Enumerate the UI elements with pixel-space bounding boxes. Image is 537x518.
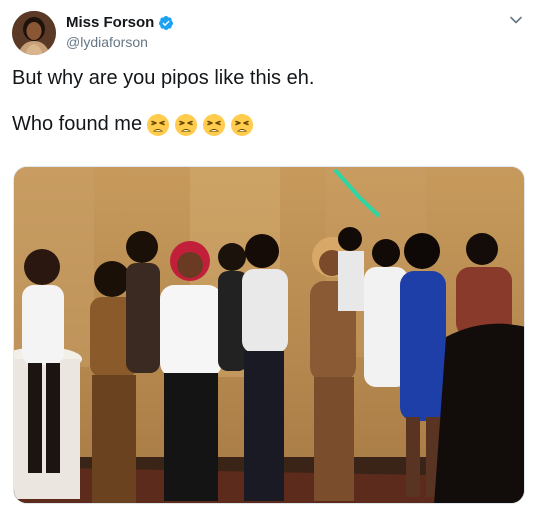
tweet-text: But why are you pipos like this eh. Who … — [12, 66, 525, 137]
chevron-down-icon[interactable] — [509, 13, 523, 27]
weary-face-emoji-icon — [230, 113, 254, 137]
display-name-row: Miss Forson — [66, 13, 174, 32]
avatar-image — [12, 11, 56, 55]
tweet-line-2: Who found me — [12, 112, 525, 137]
avatar[interactable] — [12, 11, 56, 55]
emoji-row — [146, 113, 254, 137]
tweet-card: Miss Forson @lydiaforson But why are you… — [0, 0, 537, 518]
tweet-line-2-text: Who found me — [12, 113, 143, 135]
display-name[interactable]: Miss Forson — [66, 13, 154, 32]
weary-face-emoji-icon — [202, 113, 226, 137]
group-photo-illustration — [14, 167, 524, 503]
tweet-line-1: But why are you pipos like this eh. — [12, 67, 315, 89]
weary-face-emoji-icon — [174, 113, 198, 137]
user-handle[interactable]: @lydiaforson — [66, 33, 174, 51]
weary-face-emoji-icon — [146, 113, 170, 137]
tweet-photo[interactable] — [13, 166, 525, 504]
author-info: Miss Forson @lydiaforson — [66, 13, 174, 51]
verified-badge-icon — [158, 15, 174, 31]
